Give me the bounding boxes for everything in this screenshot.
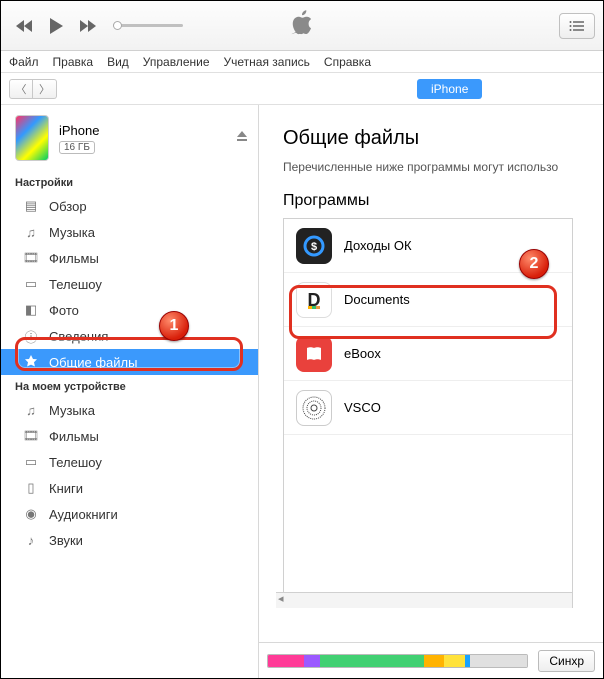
apps-icon xyxy=(23,355,39,369)
app-icon-eboox xyxy=(296,336,332,372)
volume-slider[interactable] xyxy=(113,24,183,27)
sidebar-item-info[interactable]: ⓘ Сведения xyxy=(1,323,258,349)
sidebar-dev-books[interactable]: ▯ Книги xyxy=(1,475,258,501)
info-icon: ⓘ xyxy=(23,327,39,346)
sidebar-item-label: Фото xyxy=(49,303,79,318)
page-title: Общие файлы xyxy=(283,127,603,150)
film-icon: 🎞 xyxy=(23,428,39,444)
sidebar-item-label: Книги xyxy=(49,481,83,496)
sidebar: iPhone 16 ГБ Настройки ▤ Обзор ♫ Музыка 🎞 Ф… xyxy=(1,105,259,678)
annotation-badge-1: 1 xyxy=(159,311,189,341)
sidebar-item-label: Фильмы xyxy=(49,429,99,444)
back-button[interactable]: 〈 xyxy=(9,79,33,99)
sidebar-dev-films[interactable]: 🎞 Фильмы xyxy=(1,423,258,449)
page-subtitle: Перечисленные ниже программы могут испол… xyxy=(283,160,603,174)
prev-button[interactable] xyxy=(11,13,37,39)
sidebar-item-label: Сведения xyxy=(49,329,108,344)
sidebar-item-tvshows[interactable]: ▭ Телешоу xyxy=(1,271,258,297)
apps-horizontal-scrollbar[interactable] xyxy=(276,592,572,608)
app-row-eboox[interactable]: eBoox xyxy=(284,327,572,381)
sidebar-item-label: Музыка xyxy=(49,403,95,418)
app-row-documents[interactable]: D Documents xyxy=(284,273,572,327)
app-icon-documents: D xyxy=(296,282,332,318)
sidebar-item-label: Аудиокниги xyxy=(49,507,118,522)
app-row-vsco[interactable]: VSCO xyxy=(284,381,572,435)
playback-controls xyxy=(11,13,183,39)
sidebar-item-label: Звуки xyxy=(49,533,83,548)
film-icon: 🎞 xyxy=(23,250,39,266)
audiobook-icon: ◉ xyxy=(23,506,39,522)
sidebar-item-label: Музыка xyxy=(49,225,95,240)
main-split: iPhone 16 ГБ Настройки ▤ Обзор ♫ Музыка 🎞 Ф… xyxy=(1,105,603,678)
menu-file[interactable]: Файл xyxy=(9,55,39,69)
music-icon: ♫ xyxy=(23,225,39,240)
tv-icon: ▭ xyxy=(23,454,39,470)
book-icon: ▯ xyxy=(23,480,39,496)
sidebar-item-summary[interactable]: ▤ Обзор xyxy=(1,193,258,219)
annotation-badge-2: 2 xyxy=(519,249,549,279)
tone-icon: ♪ xyxy=(23,533,39,548)
sidebar-item-films[interactable]: 🎞 Фильмы xyxy=(1,245,258,271)
next-button[interactable] xyxy=(75,13,101,39)
summary-icon: ▤ xyxy=(23,198,39,214)
sidebar-item-label: Фильмы xyxy=(49,251,99,266)
content-pane: Общие файлы Перечисленные ниже программы… xyxy=(259,105,603,678)
eject-button[interactable] xyxy=(236,129,248,147)
photo-icon: ◧ xyxy=(23,302,39,318)
menu-help[interactable]: Справка xyxy=(324,55,371,69)
menu-account[interactable]: Учетная запись xyxy=(224,55,310,69)
bottom-bar: Синхр xyxy=(259,642,603,678)
nav-buttons: 〈 〉 xyxy=(9,79,57,99)
sidebar-item-photos[interactable]: ◧ Фото xyxy=(1,297,258,323)
sidebar-item-shared-files[interactable]: Общие файлы xyxy=(1,349,258,375)
playback-bar xyxy=(1,1,603,51)
sidebar-device-title: На моем устройстве xyxy=(1,375,258,397)
storage-bar xyxy=(267,654,528,668)
sidebar-dev-tones[interactable]: ♪ Звуки xyxy=(1,527,258,553)
menu-view[interactable]: Вид xyxy=(107,55,129,69)
app-icon-dohody: $ xyxy=(296,228,332,264)
sidebar-item-label: Телешоу xyxy=(49,455,102,470)
sync-button[interactable]: Синхр xyxy=(538,650,595,672)
forward-button[interactable]: 〉 xyxy=(33,79,57,99)
menu-controls[interactable]: Управление xyxy=(143,55,210,69)
list-view-button[interactable] xyxy=(559,13,595,39)
sidebar-item-label: Обзор xyxy=(49,199,87,214)
menu-bar: Файл Правка Вид Управление Учетная запис… xyxy=(1,51,603,73)
app-label: Доходы ОК xyxy=(344,238,412,253)
sidebar-dev-tvshows[interactable]: ▭ Телешоу xyxy=(1,449,258,475)
tv-icon: ▭ xyxy=(23,276,39,292)
app-label: Documents xyxy=(344,292,410,307)
device-pill[interactable]: iPhone xyxy=(417,79,482,99)
svg-text:$: $ xyxy=(311,241,317,253)
device-capacity: 16 ГБ xyxy=(59,141,95,154)
sidebar-item-music[interactable]: ♫ Музыка xyxy=(1,219,258,245)
sidebar-dev-audiobooks[interactable]: ◉ Аудиокниги xyxy=(1,501,258,527)
app-icon-vsco xyxy=(296,390,332,426)
sidebar-dev-music[interactable]: ♫ Музыка xyxy=(1,397,258,423)
music-icon: ♫ xyxy=(23,403,39,418)
menu-edit[interactable]: Правка xyxy=(53,55,94,69)
app-label: eBoox xyxy=(344,346,381,361)
apps-heading: Программы xyxy=(283,192,603,210)
apple-logo-icon xyxy=(291,10,313,41)
nav-row: 〈 〉 iPhone xyxy=(1,73,603,105)
device-header: iPhone 16 ГБ xyxy=(1,105,258,171)
device-thumbnail-icon xyxy=(15,115,49,161)
sidebar-item-label: Общие файлы xyxy=(49,355,137,370)
play-button[interactable] xyxy=(43,13,69,39)
sidebar-settings-title: Настройки xyxy=(1,171,258,193)
device-name: iPhone xyxy=(59,123,99,138)
app-label: VSCO xyxy=(344,400,381,415)
sidebar-item-label: Телешоу xyxy=(49,277,102,292)
